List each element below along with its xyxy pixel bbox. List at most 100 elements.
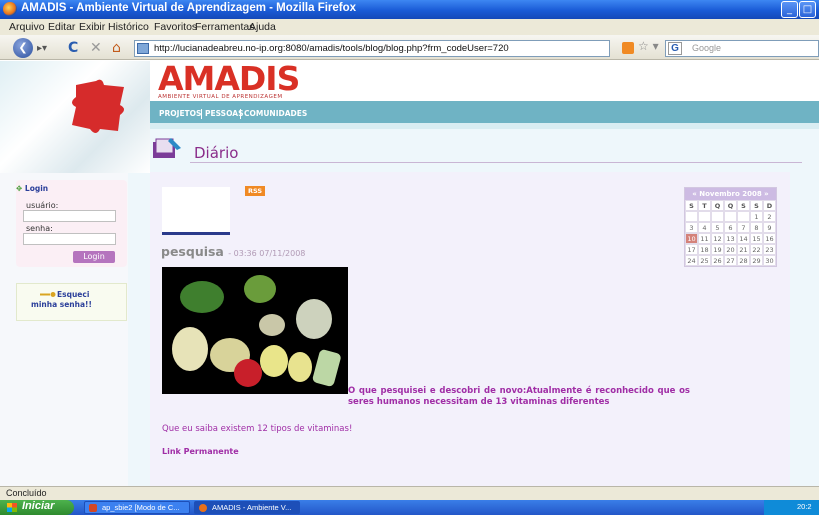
calendar-day[interactable]: 23	[763, 244, 776, 255]
tab-separator	[201, 109, 202, 119]
forward-dropdown-icon[interactable]: ▸▾	[37, 43, 47, 54]
calendar-day[interactable]: 29	[750, 255, 763, 266]
calendar-day[interactable]: 10	[685, 233, 698, 244]
calendar-day[interactable]: 24	[685, 255, 698, 266]
search-field[interactable]: G Google	[665, 40, 819, 57]
start-button[interactable]: Iniciar	[0, 500, 74, 515]
tab-pessoas[interactable]: PESSOAS	[205, 109, 243, 118]
calendar-day[interactable]: 16	[763, 233, 776, 244]
calendar-day[interactable]: 22	[750, 244, 763, 255]
calendar-day[interactable]: 11	[698, 233, 711, 244]
reload-icon[interactable]: C	[68, 40, 78, 56]
powerpoint-icon	[89, 504, 97, 512]
permalink-link[interactable]: Link Permanente	[162, 447, 239, 456]
nav-subbar	[150, 123, 819, 129]
calendar-day[interactable]: 28	[737, 255, 750, 266]
firefox-icon	[3, 2, 17, 16]
system-tray: 20:2	[764, 500, 819, 515]
calendar-day[interactable]: 17	[685, 244, 698, 255]
stop-icon[interactable]: ✕	[90, 40, 102, 56]
calendar-day[interactable]: 2	[763, 211, 776, 222]
tab-separator	[240, 109, 241, 119]
calendar-day[interactable]: 27	[724, 255, 737, 266]
calendar-day[interactable]: 30	[763, 255, 776, 266]
site-favicon	[137, 43, 149, 54]
address-bar[interactable]: http://lucianadeabreu.no-ip.org:8080/ama…	[134, 40, 610, 57]
minimize-button[interactable]: _	[781, 1, 798, 18]
vitamins-illustration	[162, 267, 348, 394]
calendar-grid: S T Q Q S S D 1 2 3 4 5 6 7 8 9 10 11 12 13 14 15 16 17 18 19 20 21…	[685, 200, 776, 266]
puzzle-piece-icon	[72, 79, 124, 133]
post-image	[162, 267, 348, 394]
login-key-icon: ✥	[16, 184, 23, 193]
calendar-header: « Novembro 2008 »	[685, 188, 776, 200]
menu-favoritos[interactable]: Favoritos	[154, 21, 197, 33]
calendar-next[interactable]: »	[764, 190, 769, 198]
menu-historico[interactable]: Histórico	[108, 21, 149, 33]
calendar-day[interactable]: 14	[737, 233, 750, 244]
calendar-month: Novembro 2008	[699, 190, 762, 198]
calendar-weekday: T	[698, 200, 711, 211]
google-icon[interactable]: G	[668, 42, 682, 55]
calendar-day[interactable]: 1	[750, 211, 763, 222]
password-label: senha:	[26, 224, 53, 233]
tab-projetos[interactable]: PROJETOS	[159, 109, 201, 118]
login-title: Login	[24, 184, 49, 193]
calendar-day	[724, 211, 737, 222]
menu-ferramentas[interactable]: Ferramentas	[195, 21, 255, 33]
menu-bar: Arquivo Editar Exibir Histórico Favorito…	[0, 19, 819, 35]
calendar-day[interactable]: 5	[711, 222, 724, 233]
calendar-day[interactable]: 7	[737, 222, 750, 233]
forgot-password-link[interactable]: Esqueci minha senha!!	[31, 290, 111, 310]
menu-ajuda[interactable]: Ajuda	[249, 21, 276, 33]
login-button[interactable]: Login	[73, 251, 115, 263]
feed-icon[interactable]	[622, 42, 634, 54]
maximize-button[interactable]: □	[799, 1, 816, 18]
calendar-day[interactable]: 19	[711, 244, 724, 255]
back-button[interactable]: ❮	[13, 38, 33, 58]
calendar-day[interactable]: 6	[724, 222, 737, 233]
calendar-day[interactable]: 9	[763, 222, 776, 233]
calendar-day	[685, 211, 698, 222]
menu-editar[interactable]: Editar	[48, 21, 75, 33]
home-icon[interactable]: ⌂	[112, 40, 121, 56]
site-logo[interactable]: AMADIS	[158, 59, 300, 98]
post-title[interactable]: pesquisa	[161, 244, 224, 259]
calendar-day[interactable]: 12	[711, 233, 724, 244]
calendar-day	[711, 211, 724, 222]
taskbar-item-label: ap_sbie2 [Modo de C...	[102, 503, 180, 512]
calendar-day[interactable]: 15	[750, 233, 763, 244]
calendar-weekday: Q	[711, 200, 724, 211]
calendar-day[interactable]: 21	[737, 244, 750, 255]
search-placeholder: Google	[692, 43, 722, 53]
status-text: Concluído	[6, 488, 47, 498]
tab-comunidades[interactable]: COMUNIDADES	[244, 109, 307, 118]
bookmark-star-icon[interactable]: ☆ ▾	[638, 39, 659, 53]
calendar-day[interactable]: 25	[698, 255, 711, 266]
calendar-weekday: D	[763, 200, 776, 211]
calendar-day[interactable]: 4	[698, 222, 711, 233]
calendar-day[interactable]: 18	[698, 244, 711, 255]
title-divider	[190, 162, 802, 163]
calendar-day	[737, 211, 750, 222]
username-input[interactable]	[23, 210, 116, 222]
puzzle-decoration	[0, 61, 150, 173]
calendar-weekday: Q	[724, 200, 737, 211]
taskbar-item-powerpoint[interactable]: ap_sbie2 [Modo de C...	[84, 501, 190, 514]
windows-logo-icon	[7, 503, 17, 512]
calendar-day	[698, 211, 711, 222]
start-label: Iniciar	[22, 500, 55, 512]
calendar-day[interactable]: 26	[711, 255, 724, 266]
calendar-day[interactable]: 13	[724, 233, 737, 244]
calendar-day[interactable]: 3	[685, 222, 698, 233]
menu-exibir[interactable]: Exibir	[79, 21, 105, 33]
calendar-day[interactable]: 8	[750, 222, 763, 233]
calendar-prev[interactable]: «	[692, 190, 697, 198]
calendar-day[interactable]: 20	[724, 244, 737, 255]
password-input[interactable]	[23, 233, 116, 245]
menu-arquivo[interactable]: Arquivo	[9, 21, 45, 33]
post-date: - 03:36 07/11/2008	[228, 249, 306, 258]
taskbar-item-firefox[interactable]: AMADIS - Ambiente V...	[194, 501, 300, 514]
title-bar: AMADIS - Ambiente Virtual de Aprendizage…	[0, 0, 819, 19]
rss-badge[interactable]: RSS	[245, 186, 265, 196]
